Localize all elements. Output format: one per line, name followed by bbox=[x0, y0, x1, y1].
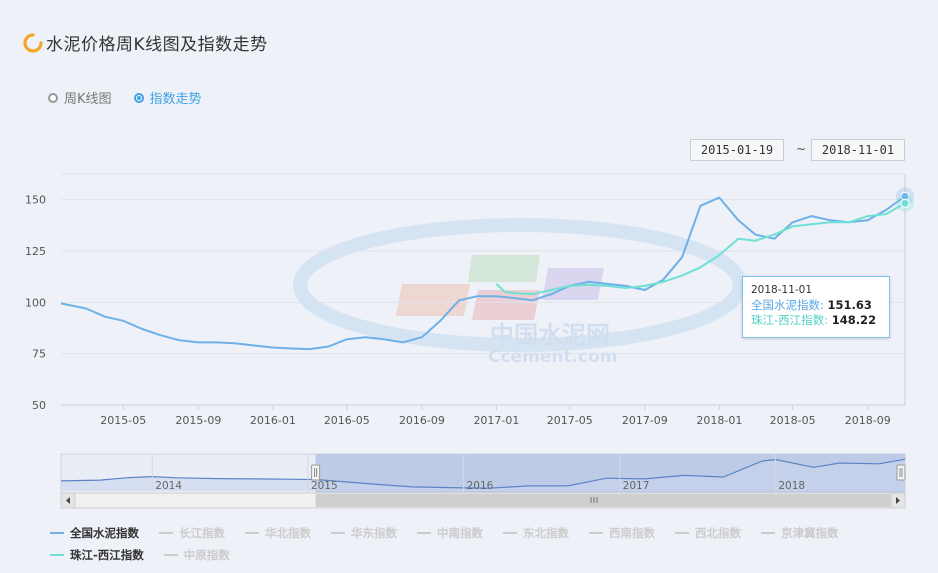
tooltip-label: 珠江-西江指数 bbox=[751, 313, 825, 327]
watermark: 中国水泥网 Ccement.com bbox=[293, 218, 747, 367]
legend-label: 京津冀指数 bbox=[781, 526, 839, 540]
x-tick-label: 2016-09 bbox=[399, 414, 445, 427]
watermark-en: Ccement.com bbox=[488, 347, 617, 367]
scrollbar-thumb[interactable] bbox=[315, 494, 891, 507]
legend-swatch-icon bbox=[761, 532, 775, 534]
legend-label: 西南指数 bbox=[609, 526, 655, 540]
y-axis-ticks: 50 75 100 125 150 bbox=[25, 194, 46, 412]
legend-item[interactable]: 西南指数 bbox=[589, 525, 655, 541]
x-tick-label: 2017-05 bbox=[547, 414, 593, 427]
tooltip-value: 151.63 bbox=[827, 298, 872, 312]
tooltip: 2018-11-01 全国水泥指数: 151.63 珠江-西江指数: 148.2… bbox=[742, 276, 890, 338]
tooltip-date: 2018-11-01 bbox=[751, 284, 813, 296]
legend-label: 长江指数 bbox=[179, 526, 225, 540]
legend-item[interactable]: 京津冀指数 bbox=[761, 525, 839, 541]
y-tick-label: 75 bbox=[32, 348, 46, 361]
y-tick-label: 150 bbox=[25, 194, 46, 207]
navigator-year-label: 2016 bbox=[467, 480, 494, 492]
navigator[interactable]: 2014 2015 2016 2017 2018 bbox=[60, 453, 906, 509]
legend-label: 全国水泥指数 bbox=[70, 526, 139, 540]
legend-swatch-icon bbox=[163, 554, 178, 556]
legend-swatch-icon bbox=[50, 554, 64, 556]
hover-marker bbox=[900, 198, 910, 208]
navigator-year-label: 2017 bbox=[623, 480, 650, 492]
legend-row: 全国水泥指数 长江指数 华北指数 华东指数 中南指数 东北指数 西南指数 西北指数 京津冀指数 bbox=[50, 524, 930, 542]
legend-item[interactable]: 东北指数 bbox=[503, 525, 569, 541]
legend-swatch-icon bbox=[331, 532, 345, 534]
legend-swatch-icon bbox=[159, 532, 173, 534]
x-tick-label: 2016-05 bbox=[324, 414, 370, 427]
x-tick-label: 2018-09 bbox=[845, 414, 891, 427]
tooltip-row-zhujiang: 珠江-西江指数: 148.22 bbox=[751, 313, 877, 327]
legend-label: 中南指数 bbox=[437, 526, 483, 540]
navigator-year-label: 2014 bbox=[155, 480, 182, 492]
y-tick-label: 50 bbox=[32, 399, 46, 412]
navigator-year-label: 2015 bbox=[311, 480, 338, 492]
x-tick-label: 2015-09 bbox=[175, 414, 221, 427]
navigator-handle-left[interactable] bbox=[311, 464, 321, 481]
x-tick-label: 2017-01 bbox=[473, 414, 519, 427]
tooltip-label: 全国水泥指数 bbox=[751, 298, 820, 312]
watermark-cn: 中国水泥网 bbox=[490, 321, 610, 349]
legend-label: 中原指数 bbox=[183, 548, 230, 562]
hover-markers bbox=[896, 187, 914, 213]
legend-label: 西北指数 bbox=[695, 526, 741, 540]
x-tick-label: 2017-09 bbox=[622, 414, 668, 427]
legend-label: 珠江-西江指数 bbox=[70, 548, 144, 562]
navigator-handle-right[interactable] bbox=[896, 464, 906, 481]
page: 水泥价格周K线图及指数走势 周K线图 指数走势 2015-01-19 ~ 201… bbox=[0, 0, 938, 573]
legend-row: 珠江-西江指数 中原指数 bbox=[50, 546, 930, 564]
legend-swatch-icon bbox=[417, 532, 431, 534]
legend-swatch-icon bbox=[675, 532, 689, 534]
legend: 全国水泥指数 长江指数 华北指数 华东指数 中南指数 东北指数 西南指数 西北指数 京津冀指数 … bbox=[50, 524, 930, 568]
legend-label: 华北指数 bbox=[265, 526, 311, 540]
legend-label: 东北指数 bbox=[523, 526, 569, 540]
y-tick-label: 100 bbox=[25, 296, 46, 309]
watermark-tile-green bbox=[468, 255, 540, 282]
legend-swatch-icon bbox=[50, 532, 64, 534]
y-tick-label: 125 bbox=[25, 245, 46, 258]
legend-item[interactable]: 珠江-西江指数 bbox=[50, 547, 144, 563]
legend-swatch-icon bbox=[245, 532, 259, 534]
legend-swatch-icon bbox=[589, 532, 603, 534]
legend-item[interactable]: 华东指数 bbox=[331, 525, 397, 541]
tooltip-value: 148.22 bbox=[831, 313, 877, 327]
x-tick-label: 2018-01 bbox=[696, 414, 742, 427]
watermark-tile-purple bbox=[542, 268, 604, 300]
navigator-year-label: 2018 bbox=[778, 480, 805, 492]
legend-item[interactable]: 西北指数 bbox=[675, 525, 741, 541]
x-tick-label: 2018-05 bbox=[770, 414, 816, 427]
legend-item[interactable]: 长江指数 bbox=[159, 525, 225, 541]
x-axis-ticks: 2015-05 2015-09 2016-01 2016-05 2016-09 2017-… bbox=[100, 405, 891, 427]
legend-label: 华东指数 bbox=[351, 526, 397, 540]
legend-item[interactable]: 华北指数 bbox=[245, 525, 311, 541]
legend-item[interactable]: 中原指数 bbox=[163, 547, 230, 563]
x-tick-label: 2015-05 bbox=[100, 414, 146, 427]
legend-item[interactable]: 中南指数 bbox=[417, 525, 483, 541]
tooltip-row-national: 全国水泥指数: 151.63 bbox=[751, 298, 872, 312]
legend-item[interactable]: 全国水泥指数 bbox=[50, 525, 139, 541]
legend-swatch-icon bbox=[503, 532, 517, 534]
x-tick-label: 2016-01 bbox=[250, 414, 296, 427]
